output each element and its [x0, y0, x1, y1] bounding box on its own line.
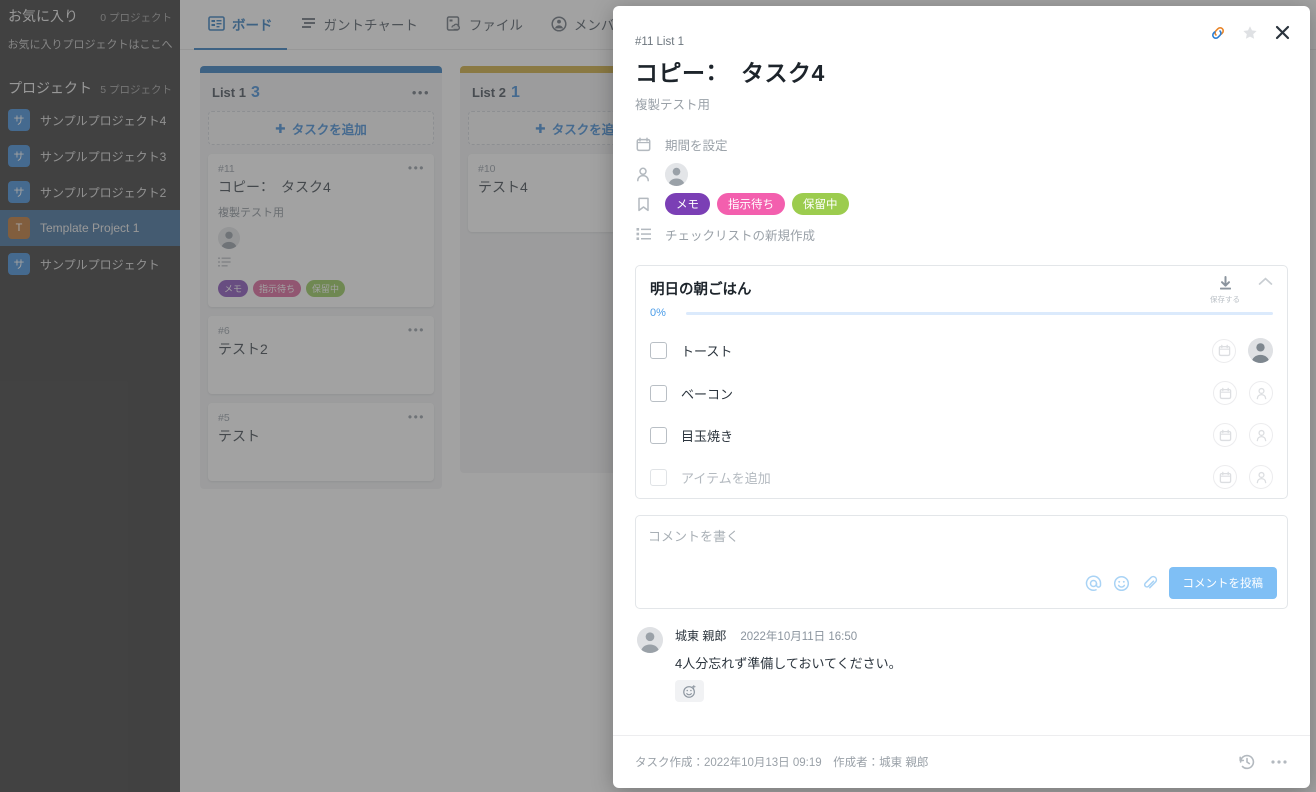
task-meta: 期間を設定 メモ指示待ち保留 — [613, 123, 1310, 249]
person-icon[interactable] — [1249, 423, 1273, 447]
checklist-save-label: 保存する — [1210, 294, 1240, 305]
link-icon[interactable] — [1209, 24, 1227, 42]
avatar[interactable] — [1248, 338, 1273, 363]
checklist-actions: 保存する — [1210, 276, 1273, 305]
checklist-item-actions — [1212, 338, 1273, 363]
task-detail-modal: #11 List 1 コピー： タスク4 複製テスト用 期間を設定 — [613, 6, 1310, 788]
modal-footer: タスク作成：2022年10月13日 09:19 作成者：城東 親郎 — [613, 735, 1310, 788]
checklist-item[interactable]: ベーコン — [636, 372, 1287, 414]
due-label[interactable]: 期間を設定 — [665, 135, 728, 154]
more-icon[interactable] — [1270, 759, 1288, 765]
checklist-item-label[interactable]: トースト — [681, 341, 1198, 360]
checklist-header: 明日の朝ごはん 保存する — [636, 266, 1287, 299]
person-icon — [635, 167, 651, 182]
checklist-progress: 0% — [636, 299, 1287, 329]
checklist-item[interactable]: トースト — [636, 329, 1287, 372]
smiley-icon[interactable] — [1113, 575, 1130, 592]
new-checklist-label[interactable]: チェックリストの新規作成 — [665, 225, 815, 244]
checklist-checkbox[interactable] — [650, 385, 667, 402]
comment-timestamp: 2022年10月11日 16:50 — [740, 628, 857, 644]
checklist-item-actions — [1213, 465, 1273, 489]
task-key: #11 List 1 — [635, 36, 1280, 48]
checklist-progress-bar — [686, 312, 1273, 315]
person-icon[interactable] — [1249, 465, 1273, 489]
checklist-checkbox[interactable] — [650, 342, 667, 359]
new-checklist-row[interactable]: チェックリストの新規作成 — [635, 219, 1288, 249]
post-comment-button[interactable]: コメントを投稿 — [1169, 567, 1278, 599]
task-tag[interactable]: メモ — [665, 193, 710, 215]
paperclip-icon[interactable] — [1141, 575, 1158, 592]
comment-header: 城東 親郎 2022年10月11日 16:50 — [675, 627, 1288, 644]
person-icon[interactable] — [1249, 381, 1273, 405]
checklist-item-actions — [1213, 423, 1273, 447]
tags-row: メモ指示待ち保留中 — [635, 189, 1288, 219]
checklist-progress-label: 0% — [650, 307, 674, 319]
calendar-icon[interactable] — [1213, 465, 1237, 489]
comment-author: 城東 親郎 — [675, 627, 726, 644]
add-reaction-icon[interactable] — [675, 680, 704, 702]
checklist-save-button[interactable]: 保存する — [1210, 276, 1240, 305]
star-icon[interactable] — [1241, 24, 1259, 42]
close-icon[interactable] — [1273, 23, 1292, 42]
modal-body: 明日の朝ごはん 保存する — [613, 249, 1310, 735]
calendar-icon[interactable] — [1212, 339, 1236, 363]
calendar-icon[interactable] — [1213, 423, 1237, 447]
comment-toolbar: コメントを投稿 — [1085, 567, 1278, 599]
chevron-up-icon[interactable] — [1258, 276, 1273, 287]
task-created-info: タスク作成：2022年10月13日 09:19 作成者：城東 親郎 — [635, 754, 928, 770]
checklist-checkbox[interactable] — [650, 469, 667, 486]
checklist-panel: 明日の朝ごはん 保存する — [635, 265, 1288, 499]
due-row[interactable]: 期間を設定 — [635, 129, 1288, 159]
checklist-icon — [635, 227, 651, 241]
comment-input[interactable]: コメントを書く — [648, 526, 1275, 545]
checklist-item-label[interactable]: ベーコン — [681, 384, 1199, 403]
history-icon[interactable] — [1238, 753, 1256, 771]
checklist-item-actions — [1213, 381, 1273, 405]
checklist-checkbox[interactable] — [650, 427, 667, 444]
comment: 城東 親郎 2022年10月11日 16:50 4人分忘れず準備しておいてください。 — [635, 627, 1288, 702]
checklist-add-item-row[interactable]: アイテムを追加 — [636, 456, 1287, 498]
avatar[interactable] — [637, 627, 663, 653]
app-root: お気に入り 0 プロジェクト お気に入りプロジェクトはここへ プロジェクト 5 … — [0, 0, 1316, 792]
calendar-icon[interactable] — [1213, 381, 1237, 405]
footer-actions — [1238, 753, 1288, 771]
tag-list: メモ指示待ち保留中 — [665, 193, 849, 215]
task-title[interactable]: コピー： タスク4 — [635, 54, 1280, 88]
checklist-title[interactable]: 明日の朝ごはん — [650, 278, 1273, 299]
task-tag[interactable]: 指示待ち — [717, 193, 785, 215]
bookmark-icon — [635, 197, 651, 212]
task-tag[interactable]: 保留中 — [792, 193, 849, 215]
modal-header: #11 List 1 コピー： タスク4 複製テスト用 — [613, 6, 1310, 123]
comment-list: 城東 親郎 2022年10月11日 16:50 4人分忘れず準備しておいてください。 — [635, 627, 1288, 702]
checklist-item-label[interactable]: アイテムを追加 — [681, 468, 1199, 487]
assignee-row[interactable] — [635, 159, 1288, 189]
checklist-item-label[interactable]: 目玉焼き — [681, 426, 1199, 445]
checklist-item[interactable]: 目玉焼き — [636, 414, 1287, 456]
calendar-icon — [635, 137, 651, 152]
task-description[interactable]: 複製テスト用 — [635, 94, 1280, 113]
at-icon[interactable] — [1085, 575, 1102, 592]
checklist-items: トーストベーコン目玉焼きアイテムを追加 — [636, 329, 1287, 498]
download-icon — [1216, 276, 1235, 293]
modal-actions — [1209, 23, 1292, 42]
comment-text: 4人分忘れず準備しておいてください。 — [675, 653, 1288, 672]
avatar[interactable] — [665, 163, 688, 186]
comment-form[interactable]: コメントを書く — [635, 515, 1288, 609]
